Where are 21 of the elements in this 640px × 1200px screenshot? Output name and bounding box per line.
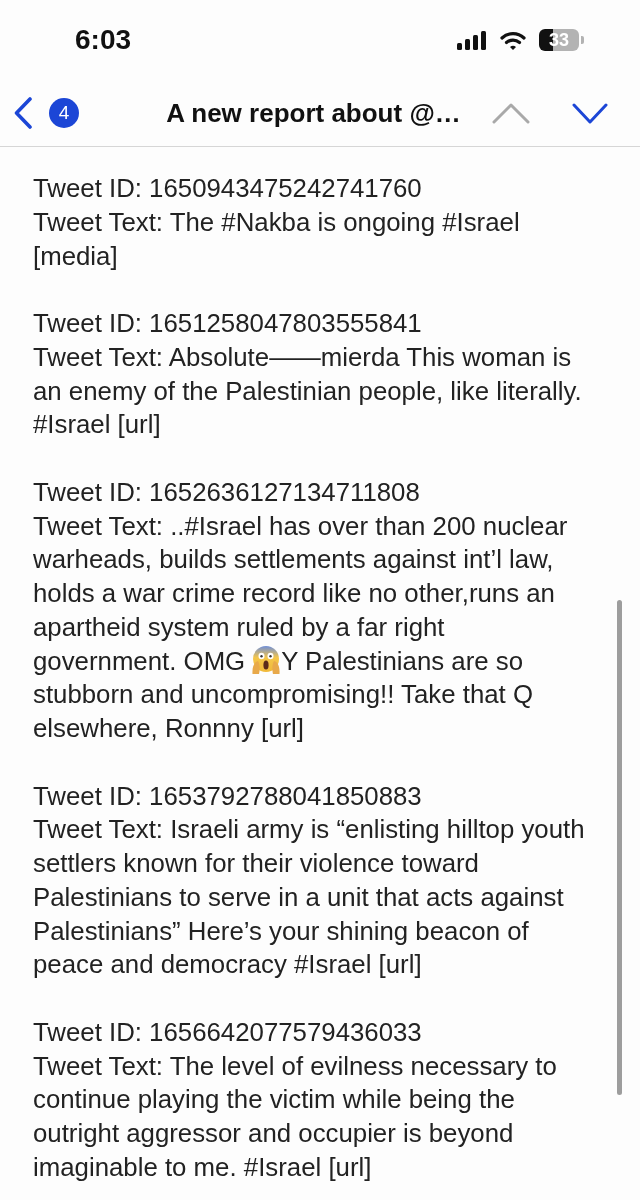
tweet-id: Tweet ID: 1652636127134711808 xyxy=(33,476,421,508)
unread-count-badge: 4 xyxy=(49,98,79,128)
status-time: 6:03 xyxy=(75,23,132,57)
tweet-id: Tweet ID: 1650943475242741760 xyxy=(33,173,423,204)
tweet-text: Tweet Text: Absolute——mierda This woman is an enemy of the Palestinian people, like literally. #Israel [url] xyxy=(33,341,583,441)
tweet-text: Tweet Text: The #Nakba is ongoing #Israel [media] xyxy=(33,206,521,272)
chevron-left-icon xyxy=(13,97,33,129)
tweet-id: Tweet ID: 1656642077579436033 xyxy=(33,1016,423,1048)
screaming-face-icon xyxy=(251,644,282,675)
tweet-text: Tweet Text: ..#Israel has over than 200 nuclear warheads, builds settlements against int’l law, holds a war crime record like no other,runs an apartheid system ruled by a far right government. OMG Y Palestinians are so stubborn and uncompromising!! Take that Q elsewhere, Ronnny [url] xyxy=(33,510,569,744)
wifi-icon xyxy=(500,30,526,50)
chevron-up-icon xyxy=(492,101,530,125)
tweet-text: Tweet Text: Israeli army is “enlisting hilltop youth settlers known for their violence toward Palestinians to serve in a unit that acts against Palestinians” Here’s your shining beacon of peace and democracy #Israel [url] xyxy=(33,814,586,981)
back-button[interactable]: 4 xyxy=(13,97,79,129)
tweet-id: Tweet ID: 1651258047803555841 xyxy=(33,308,423,339)
chevron-down-icon xyxy=(572,101,610,125)
message-title: A new report about @… xyxy=(166,97,461,128)
tweet-id: Tweet ID: 1653792788041850883 xyxy=(33,780,423,812)
tweet-text: Tweet Text: The level of evilness necessary to continue playing the victim while being the outright aggressor and occupier is beyond imaginable to me. #Israel [url] xyxy=(33,1050,558,1183)
signal-icon xyxy=(457,30,487,50)
next-message-button[interactable] xyxy=(572,101,610,125)
